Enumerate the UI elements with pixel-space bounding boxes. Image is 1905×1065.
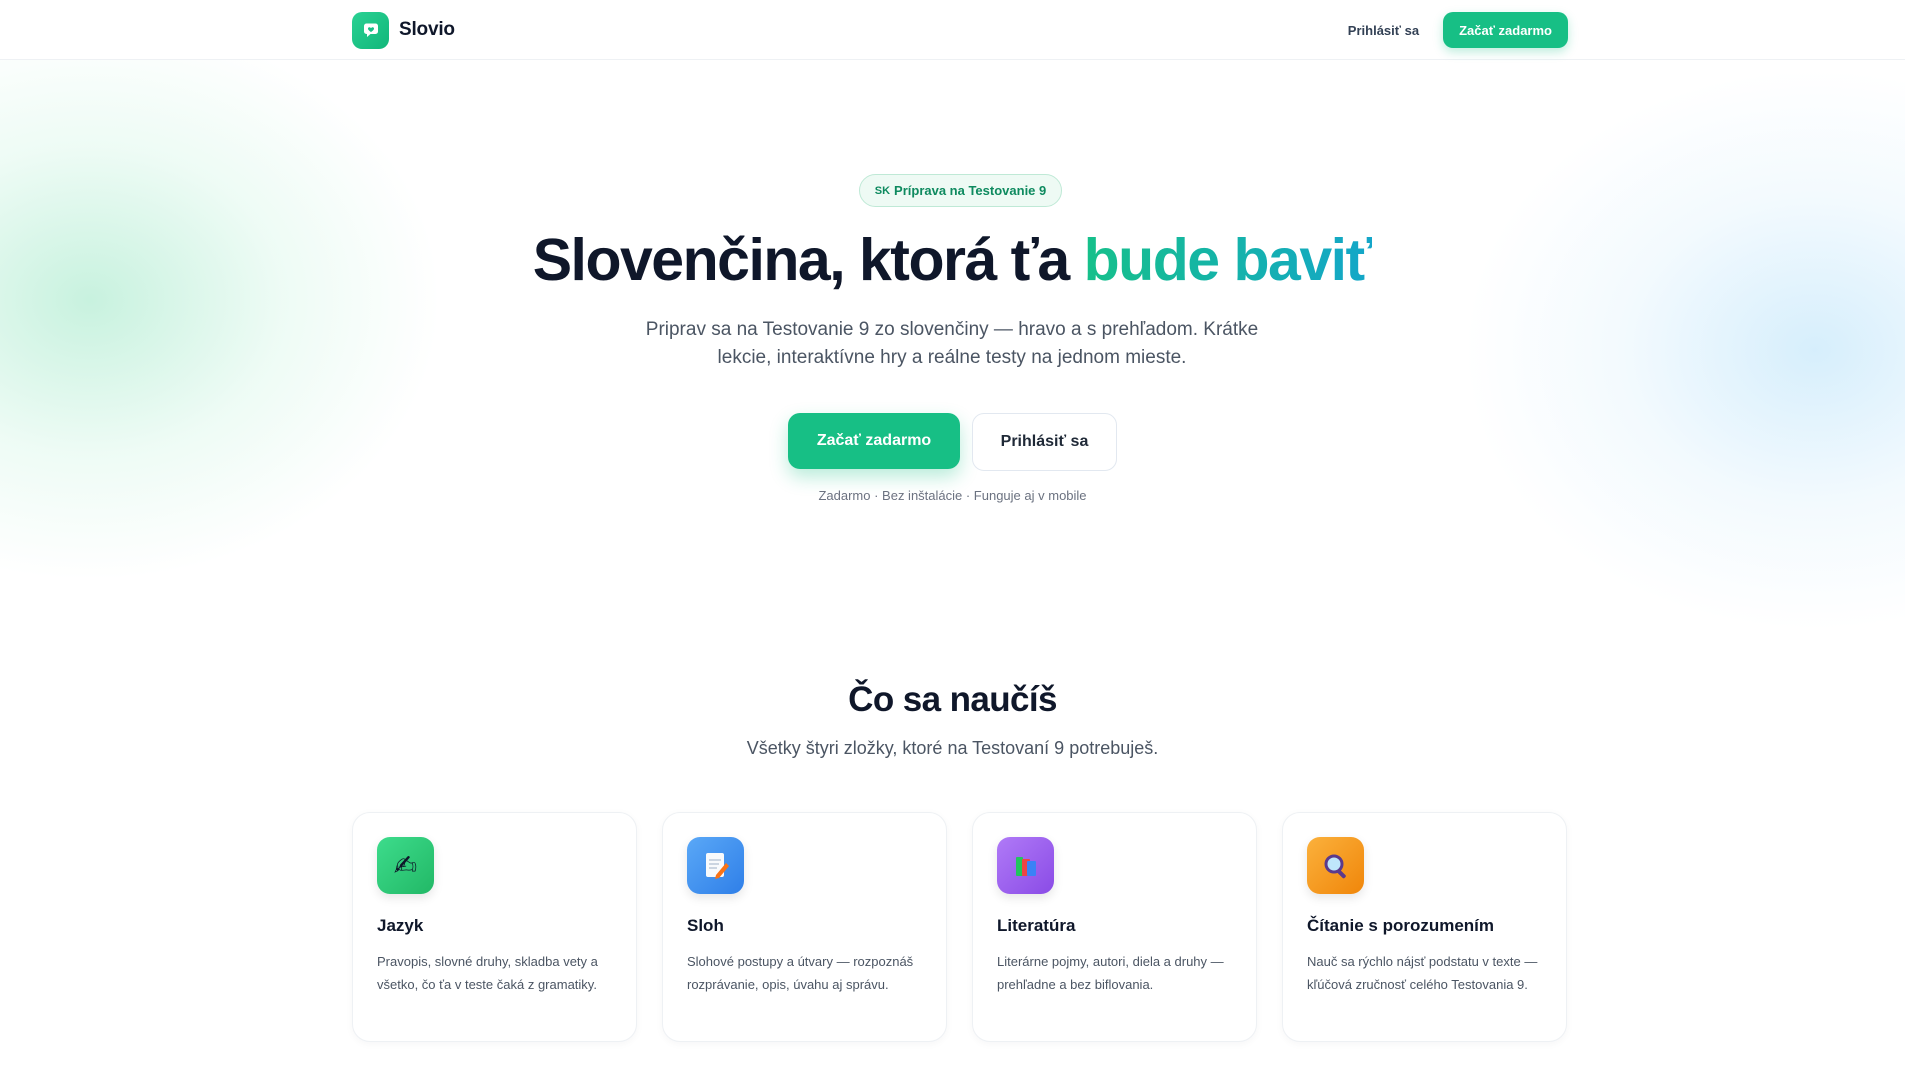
brand-name: Slovio: [399, 19, 455, 40]
feature-card-jazyk[interactable]: ✍ Jazyk Pravopis, slovné druhy, skladba …: [352, 812, 637, 1042]
hero-badge-text: Príprava na Testovanie 9: [894, 183, 1047, 198]
feature-card-literatura[interactable]: Literatúra Literárne pojmy, autori, diel…: [972, 812, 1257, 1042]
feature-cards: ✍ Jazyk Pravopis, slovné druhy, skladba …: [352, 812, 1568, 1042]
hero-subtitle: Priprav sa na Testovanie 9 zo slovenčiny…: [632, 316, 1272, 372]
brand[interactable]: Slovio: [352, 11, 455, 49]
feature-card-title: Sloh: [687, 916, 724, 935]
hero-badge: SK Príprava na Testovanie 9: [859, 174, 1062, 207]
learn-section-title: Čo sa naučíš: [848, 680, 1057, 719]
top-header: Slovio Prihlásiť sa Začať zadarmo: [0, 0, 1905, 60]
slovak-flag-icon: SK: [874, 184, 891, 197]
background-glow-right: [1465, 70, 1905, 630]
hero-login-button[interactable]: Prihlásiť sa: [972, 413, 1117, 471]
start-free-button[interactable]: Začať zadarmo: [1443, 12, 1568, 48]
feature-card-sloh[interactable]: Sloh Slohové postupy a útvary — rozpozná…: [662, 812, 947, 1042]
learn-section-subtitle: Všetky štyri zložky, ktoré na Testovaní …: [746, 738, 1159, 758]
chat-bubble-heart-icon: [352, 11, 389, 49]
hero-title-main: Slovenčina, ktorá ťa: [532, 227, 1084, 293]
feature-card-title: Literatúra: [997, 916, 1076, 935]
feature-card-text: Literárne pojmy, autori, diela a druhy —…: [997, 954, 1224, 992]
writing-hand-icon: ✍: [377, 837, 434, 894]
feature-card-text: Pravopis, slovné druhy, skladba vety a v…: [377, 954, 598, 992]
login-link[interactable]: Prihlásiť sa: [1348, 23, 1419, 38]
header-inner: Slovio Prihlásiť sa Začať zadarmo: [352, 0, 1568, 60]
hero-subtitle-line1: Priprav sa na Testovanie 9 zo slovenčiny…: [645, 319, 1259, 340]
books-icon: [997, 837, 1054, 894]
hero-title-accent: bude baviť: [1083, 227, 1374, 293]
feature-card-title: Jazyk: [377, 916, 424, 935]
feature-card-text: Slohové postupy a útvary — rozpoznáš roz…: [687, 954, 914, 992]
hero-note: Zadarmo · Bez inštalácie · Funguje aj v …: [818, 488, 1087, 503]
hero-start-free-button[interactable]: Začať zadarmo: [788, 413, 960, 469]
magnifier-icon: [1307, 837, 1364, 894]
header-nav: Prihlásiť sa Začať zadarmo: [1348, 12, 1568, 48]
hero-title: Slovenčina, ktorá ťa bude baviť: [0, 224, 1905, 296]
document-pencil-icon: [687, 837, 744, 894]
feature-card-text: Nauč sa rýchlo nájsť podstatu v texte — …: [1307, 954, 1538, 992]
hero-subtitle-line2: lekcie, interaktívne hry a reálne testy …: [717, 347, 1187, 368]
feature-card-citanie[interactable]: Čítanie s porozumením Nauč sa rýchlo náj…: [1282, 812, 1567, 1042]
hero-buttons: Začať zadarmo Prihlásiť sa: [0, 413, 1905, 471]
landing-page: Slovio Prihlásiť sa Začať zadarmo SK Prí…: [0, 0, 1905, 1065]
feature-card-title: Čítanie s porozumením: [1307, 916, 1495, 935]
